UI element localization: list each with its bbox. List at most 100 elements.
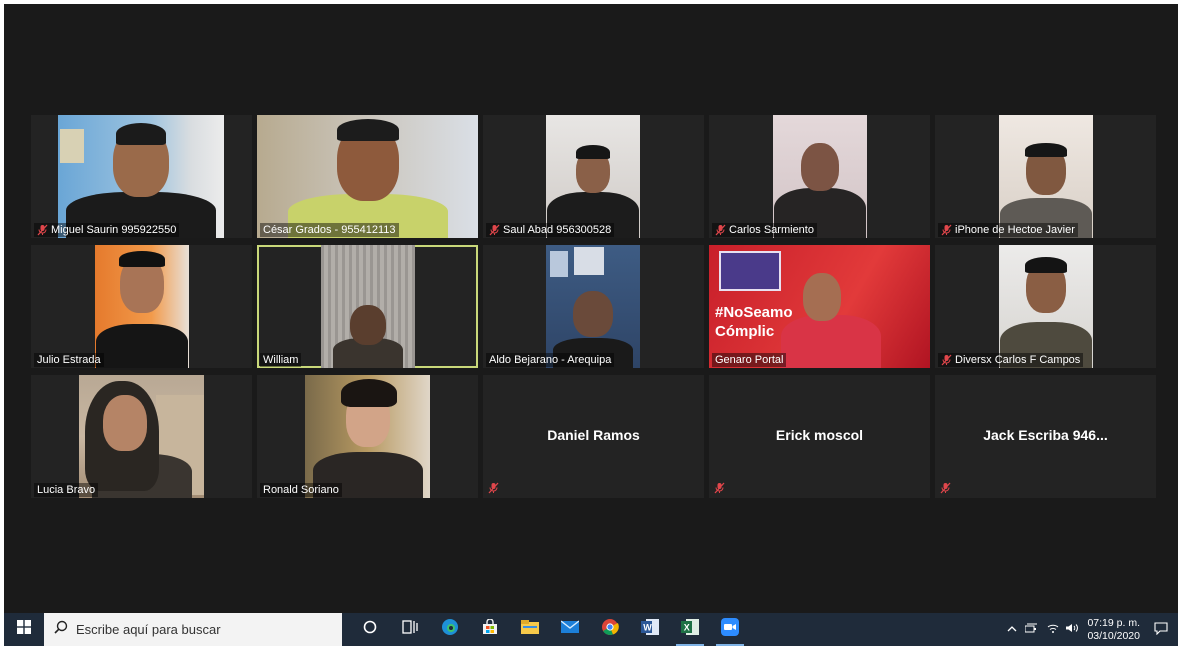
file-explorer-icon xyxy=(521,620,539,639)
edge-button[interactable] xyxy=(430,613,470,646)
word-icon: W xyxy=(641,619,659,640)
participant-tile[interactable]: #NoSeamo Cómplic Genaro Portal xyxy=(709,245,930,368)
cortana-icon xyxy=(363,620,377,639)
participant-name: Julio Estrada xyxy=(37,354,101,366)
participant-tile-video-off[interactable]: Erick moscol xyxy=(709,375,930,498)
participant-name: Aldo Bejarano - Arequipa xyxy=(489,354,612,366)
network-icon[interactable] xyxy=(1024,623,1039,636)
cortana-button[interactable] xyxy=(350,613,390,646)
clock-date: 03/10/2020 xyxy=(1087,629,1140,642)
task-view-icon xyxy=(402,620,418,639)
participant-tile[interactable]: Aldo Bejarano - Arequipa xyxy=(483,245,704,368)
chrome-button[interactable] xyxy=(590,613,630,646)
participant-tile[interactable]: Lucia Bravo xyxy=(31,375,252,498)
participant-name: Daniel Ramos xyxy=(547,427,640,443)
participant-video xyxy=(999,115,1093,238)
participant-name-label: iPhone de Hectoe Javier xyxy=(938,223,1078,237)
word-button[interactable]: W xyxy=(630,613,670,646)
chevron-up-icon[interactable] xyxy=(1007,624,1017,636)
participant-video xyxy=(321,245,415,368)
muted-mic-icon xyxy=(941,224,952,236)
muted-mic-icon xyxy=(37,224,48,236)
volume-icon[interactable] xyxy=(1065,623,1079,636)
participant-tile-video-off[interactable]: Daniel Ramos xyxy=(483,375,704,498)
participant-tile[interactable]: Ronald Soriano xyxy=(257,375,478,498)
participant-name-label: Saul Abad 956300528 xyxy=(486,223,615,237)
participant-name-label: Ronald Soriano xyxy=(260,483,342,497)
edge-icon xyxy=(441,618,459,641)
windows-taskbar: Escribe aquí para buscar W X 07:19 p. m.… xyxy=(4,613,1178,646)
participant-name-label: Carlos Sarmiento xyxy=(712,223,817,237)
participant-name: Lucia Bravo xyxy=(37,484,96,496)
participant-name-label: Lucia Bravo xyxy=(34,483,99,497)
participant-tile[interactable]: Diversx Carlos F Campos xyxy=(935,245,1156,368)
participant-name-label: William xyxy=(260,353,302,367)
muted-mic-icon xyxy=(488,482,499,494)
participant-tile[interactable]: Carlos Sarmiento xyxy=(709,115,930,238)
participant-name-label: Genaro Portal xyxy=(712,353,787,367)
start-button[interactable] xyxy=(4,613,44,646)
taskbar-search-box[interactable]: Escribe aquí para buscar xyxy=(44,613,342,646)
participant-name-label: Aldo Bejarano - Arequipa xyxy=(486,353,615,367)
muted-mic-icon xyxy=(941,354,952,366)
task-view-button[interactable] xyxy=(390,613,430,646)
mail-icon xyxy=(560,620,580,639)
participant-name: Miguel Saurin 995922550 xyxy=(51,224,177,236)
participant-name-label: Miguel Saurin 995922550 xyxy=(34,223,180,237)
participant-video xyxy=(546,115,640,238)
participant-tile[interactable]: Saul Abad 956300528 xyxy=(483,115,704,238)
participant-video xyxy=(257,115,478,238)
participant-name: Diversx Carlos F Campos xyxy=(955,354,1081,366)
notifications-icon[interactable] xyxy=(1154,621,1168,638)
search-icon xyxy=(54,620,68,639)
excel-button[interactable]: X xyxy=(670,613,710,646)
participant-video xyxy=(95,245,189,368)
mail-button[interactable] xyxy=(550,613,590,646)
video-gallery: Miguel Saurin 995922550 César Grados - 9… xyxy=(4,4,1178,613)
participant-name: César Grados - 955412113 xyxy=(263,224,396,236)
participant-name: Ronald Soriano xyxy=(263,484,339,496)
participant-tile[interactable]: Julio Estrada xyxy=(31,245,252,368)
system-tray: 07:19 p. m. 03/10/2020 xyxy=(1007,613,1178,646)
participant-tile[interactable]: Miguel Saurin 995922550 xyxy=(31,115,252,238)
chrome-icon xyxy=(601,618,619,641)
participant-tile-active-speaker[interactable]: William xyxy=(257,245,478,368)
participant-video xyxy=(999,245,1093,368)
participant-name: Saul Abad 956300528 xyxy=(503,224,612,236)
muted-mic-icon xyxy=(715,224,726,236)
muted-mic-icon xyxy=(489,224,500,236)
taskbar-clock[interactable]: 07:19 p. m. 03/10/2020 xyxy=(1087,617,1140,643)
participant-tile-video-off[interactable]: Jack Escriba 946... xyxy=(935,375,1156,498)
wifi-icon[interactable] xyxy=(1047,623,1059,636)
search-placeholder: Escribe aquí para buscar xyxy=(76,622,221,637)
windows-logo-icon xyxy=(17,620,31,639)
participant-name: Jack Escriba 946... xyxy=(983,427,1108,443)
participant-video xyxy=(305,375,430,498)
participant-tile[interactable]: César Grados - 955412113 xyxy=(257,115,478,238)
muted-mic-icon xyxy=(714,482,725,494)
store-icon xyxy=(482,618,498,640)
excel-icon: X xyxy=(681,619,699,640)
store-button[interactable] xyxy=(470,613,510,646)
zoom-icon xyxy=(721,618,739,641)
muted-mic-icon xyxy=(940,482,951,494)
participant-video: #NoSeamo Cómplic xyxy=(709,245,930,368)
participant-name-label: Diversx Carlos F Campos xyxy=(938,353,1084,367)
participant-name-label: Julio Estrada xyxy=(34,353,104,367)
participant-video xyxy=(546,245,640,368)
participant-name: Erick moscol xyxy=(775,427,864,443)
svg-text:X: X xyxy=(684,623,690,633)
clock-time: 07:19 p. m. xyxy=(1087,616,1140,629)
file-explorer-button[interactable] xyxy=(510,613,550,646)
participant-name: Carlos Sarmiento xyxy=(729,224,814,236)
participant-video xyxy=(79,375,204,498)
participant-tile[interactable]: iPhone de Hectoe Javier xyxy=(935,115,1156,238)
participant-name: William xyxy=(263,354,299,366)
svg-text:W: W xyxy=(643,623,652,633)
zoom-button[interactable] xyxy=(710,613,750,646)
participant-video xyxy=(58,115,224,238)
participant-name: iPhone de Hectoe Javier xyxy=(955,224,1075,236)
participant-name: Genaro Portal xyxy=(715,354,784,366)
participant-name-label: César Grados - 955412113 xyxy=(260,223,399,237)
participant-video xyxy=(773,115,867,238)
